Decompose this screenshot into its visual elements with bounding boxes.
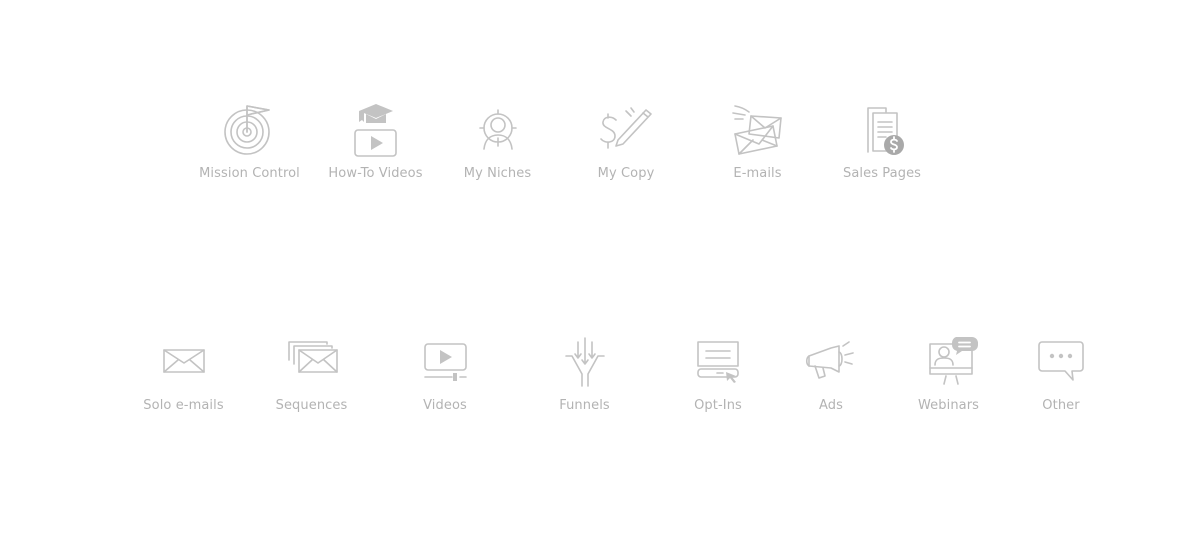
- nav-tile-label: My Niches: [463, 166, 532, 181]
- chat-bubble-icon: [1038, 341, 1084, 381]
- envelope-icon: [162, 349, 205, 373]
- nav-tile-solo-e-mails[interactable]: Solo e-mails: [143, 338, 224, 418]
- flying-envelopes-icon: [731, 105, 782, 155]
- nav-tile-ads[interactable]: Ads: [805, 338, 856, 418]
- nav-tile-label: Sales Pages: [842, 166, 922, 181]
- optin-form-icon: [697, 341, 739, 383]
- stacked-envelopes-icon: [287, 341, 338, 373]
- funnel-icon: [564, 337, 605, 387]
- dollar-pencil-icon: [600, 107, 652, 149]
- nav-tile-how-to-videos[interactable]: How-To Videos: [328, 102, 423, 188]
- nav-tile-sequences[interactable]: Sequences: [275, 338, 348, 418]
- target-flag-icon: [223, 105, 270, 155]
- nav-tile-label: E-mails: [733, 166, 782, 181]
- nav-tile-label: Other: [1042, 398, 1080, 413]
- nav-tile-sales-pages[interactable]: Sales Pages: [842, 102, 922, 188]
- megaphone-icon: [805, 341, 854, 379]
- nav-tile-mission-control[interactable]: Mission Control: [199, 102, 300, 188]
- nav-tile-opt-ins[interactable]: Opt-Ins: [694, 338, 742, 418]
- documents-dollar-icon: [867, 107, 904, 155]
- nav-tile-label: Webinars: [917, 398, 980, 413]
- nav-tile-label: Videos: [423, 398, 467, 413]
- nav-tile-funnels[interactable]: Funnels: [559, 337, 610, 418]
- nav-tile-my-copy[interactable]: My Copy: [596, 102, 656, 188]
- nav-tile-label: Sequences: [275, 398, 348, 413]
- nav-tile-label: Solo e-mails: [143, 398, 224, 413]
- video-player-icon: [424, 343, 467, 381]
- nav-tile-my-niches[interactable]: My Niches: [464, 102, 531, 188]
- target-person-icon: [478, 109, 517, 150]
- nav-tile-label: My Copy: [597, 166, 655, 181]
- nav-tile-label: Funnels: [559, 398, 610, 413]
- nav-tile-label: Mission Control: [199, 166, 300, 181]
- nav-tile-other[interactable]: Other: [1035, 338, 1087, 418]
- nav-tile-label: Ads: [819, 398, 843, 413]
- graduation-video-icon: [353, 104, 397, 157]
- nav-tile-e-mails[interactable]: E-mails: [730, 102, 785, 188]
- nav-tile-label: How-To Videos: [328, 166, 423, 181]
- nav-tile-label: Opt-Ins: [694, 398, 742, 413]
- nav-tile-webinars[interactable]: Webinars: [918, 334, 979, 418]
- webinar-icon: [928, 337, 978, 385]
- nav-tile-videos[interactable]: Videos: [423, 338, 467, 418]
